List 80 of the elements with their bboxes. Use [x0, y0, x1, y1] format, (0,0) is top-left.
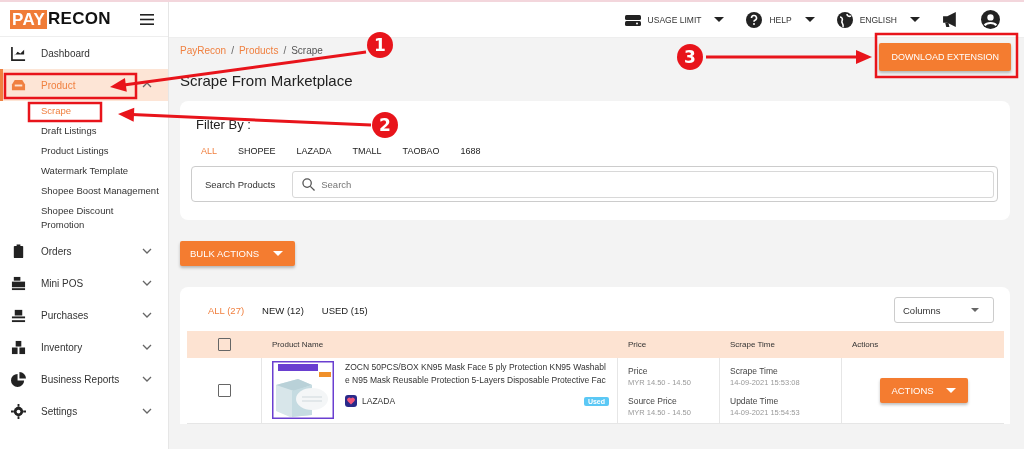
product-name: ZOCN 50PCS/BOX KN95 Mask Face 5 ply Protection KN95 Washable N95 Mask Reusable Protection 5-Layers Disposable Protective Fac [345, 361, 607, 387]
marketplace-label: LAZADA [362, 396, 397, 406]
sidebar-label: Mini POS [40, 277, 85, 289]
logo: PAY RECON [10, 9, 111, 29]
column-header: Scrape Time [719, 331, 841, 358]
chart-icon [11, 45, 26, 61]
sidebar-item[interactable]: Purchases [0, 299, 168, 331]
chevron-down-icon [142, 280, 152, 286]
caret-icon [971, 308, 979, 312]
sidebar-item[interactable]: Business Reports [0, 363, 168, 395]
chevron-down-icon [142, 248, 152, 254]
user-icon[interactable] [981, 10, 1000, 29]
top-menu[interactable]: USAGE LIMIT [624, 11, 725, 28]
sidebar-label: Inventory [40, 341, 84, 353]
sidebar-item[interactable]: Dashboard [0, 37, 168, 69]
step-number: 1 [367, 32, 393, 58]
boxes-icon [11, 339, 26, 355]
filter-title: Filter By : [196, 117, 251, 132]
submenu-item[interactable]: Shopee Boost Management [0, 181, 159, 201]
price-label: Price [628, 366, 649, 376]
help-icon [746, 11, 763, 28]
sidebar-label: Dashboard [40, 47, 91, 59]
breadcrumb-separator: / [231, 45, 234, 56]
sidebar-label: Orders [40, 245, 73, 257]
sidebar-item[interactable]: Settings [0, 395, 168, 427]
megaphone-icon[interactable] [942, 11, 959, 28]
breadcrumb-separator: / [283, 45, 287, 56]
globe-icon [836, 11, 853, 28]
breadcrumb-current: Scrape [291, 45, 323, 56]
filter-tab[interactable]: TMALL [352, 146, 382, 156]
submenu-item[interactable]: Draft Listings [0, 121, 159, 141]
tray-icon [11, 77, 26, 93]
heart-icon [345, 395, 357, 407]
register-icon [11, 275, 26, 291]
column-header: Price [617, 331, 719, 358]
submenu-item[interactable]: Watermark Template [0, 161, 159, 181]
step-number: 3 [677, 44, 703, 70]
status-tab[interactable]: NEW (12) [262, 304, 304, 316]
columns-dropdown[interactable]: Columns [894, 297, 994, 323]
sidebar-label: Business Reports [40, 373, 121, 385]
chevron-down-icon [142, 408, 152, 414]
top-menu[interactable]: HELP [746, 11, 815, 28]
sidebar-label: Product [40, 79, 77, 91]
sidebar-item[interactable]: Orders [0, 235, 168, 267]
select-all-checkbox[interactable] [217, 338, 231, 351]
caret-icon [804, 17, 815, 22]
pallet-icon [11, 307, 26, 323]
chevron-up-icon [142, 82, 152, 88]
sidebar-label: Settings [40, 405, 79, 417]
pie-chart-icon [11, 371, 26, 387]
search-label: Search Products [205, 178, 276, 190]
column-header: Product Name [261, 331, 617, 358]
caret-icon [945, 388, 956, 393]
column-header: Actions [841, 331, 1004, 358]
sidebar-label: Purchases [40, 309, 90, 321]
submenu-item[interactable]: Product Listings [0, 141, 159, 161]
row-checkbox[interactable] [217, 384, 231, 397]
chevron-down-icon [142, 344, 152, 350]
clipboard-icon [11, 243, 26, 259]
source-price-label: Source Price [628, 396, 678, 406]
search-field[interactable]: Search [292, 170, 994, 198]
caret-icon [910, 17, 920, 22]
submenu-item[interactable]: Shopee Discount Promotion [0, 201, 159, 235]
menu-icon[interactable] [140, 13, 154, 25]
filter-tab[interactable]: TAOBAO [402, 146, 440, 156]
chevron-down-icon [142, 376, 152, 382]
caret-icon [273, 251, 284, 256]
filter-tab[interactable]: 1688 [460, 146, 481, 156]
sidebar-item[interactable]: Mini POS [0, 267, 168, 299]
top-menu[interactable]: ENGLISH [836, 11, 920, 28]
status-tab[interactable]: USED (15) [321, 304, 368, 316]
update-time-label: Update Time [730, 396, 780, 406]
caret-icon [714, 17, 725, 22]
filter-tab[interactable]: LAZADA [296, 146, 332, 156]
search-icon [302, 177, 316, 191]
scrape-time-label: Scrape Time [730, 366, 779, 376]
chevron-down-icon [142, 312, 152, 318]
page-title: Scrape From Marketplace [180, 72, 353, 89]
sidebar-item[interactable]: Inventory [0, 331, 168, 363]
filter-tab[interactable]: SHOPEE [238, 146, 276, 156]
